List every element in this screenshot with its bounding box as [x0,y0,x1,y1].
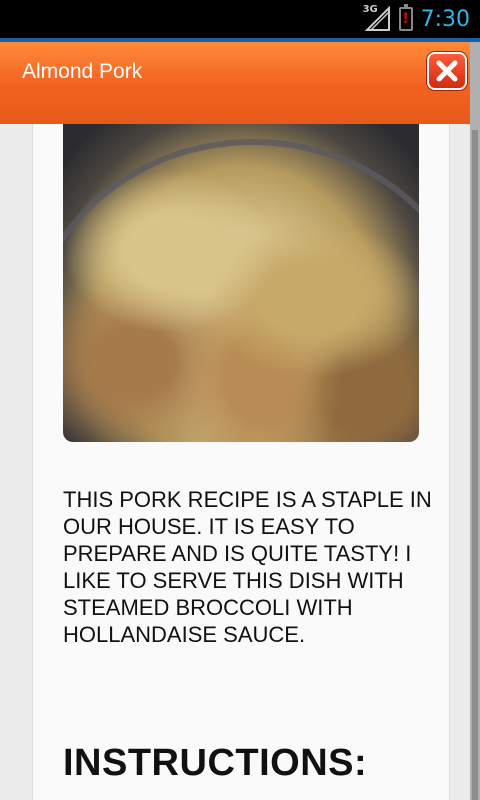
recipe-card: THIS PORK RECIPE IS A STAPLE IN OUR HOUS… [32,124,450,800]
scrollbar-track[interactable] [470,42,480,800]
network-signal-icon: 3G [362,4,391,32]
close-button[interactable] [427,52,467,90]
recipe-description: THIS PORK RECIPE IS A STAPLE IN OUR HOUS… [63,487,432,647]
network-type-label: 3G [362,4,378,15]
instructions-heading: INSTRUCTIONS: [63,742,368,784]
pan-rim-decoration [63,139,419,442]
clock: 7:30 [420,6,470,32]
scrollbar-thumb[interactable] [472,130,478,800]
recipe-photo [63,124,419,442]
battery-low-icon: ! [398,4,413,31]
status-bar: 3G ! 7:30 [0,0,480,38]
close-icon [436,60,458,82]
action-bar: Almond Pork [0,42,470,124]
screen-title: Almond Pork [22,60,143,83]
